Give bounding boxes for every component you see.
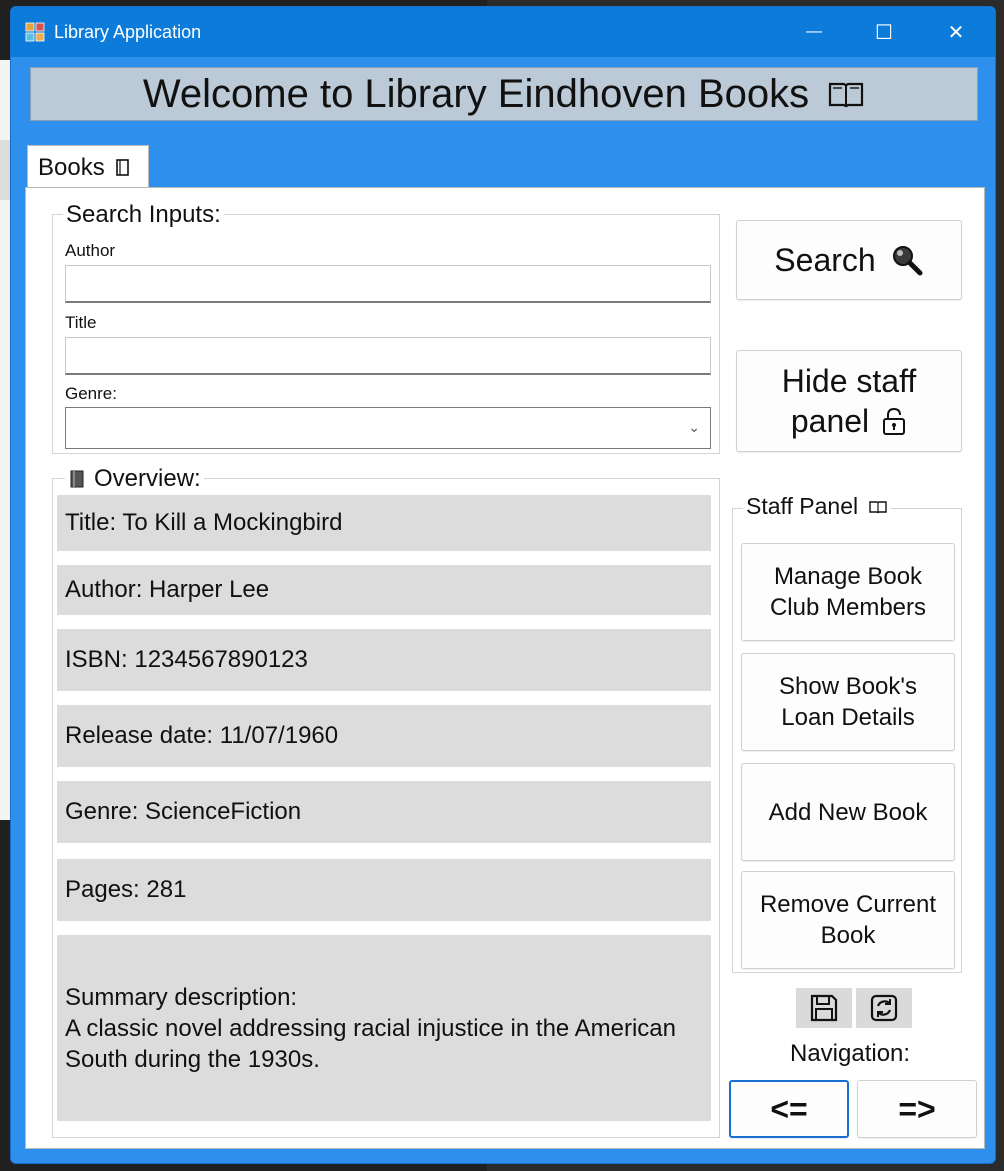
genre-label: Genre: <box>65 384 117 403</box>
staff-panel-title: Staff Panel <box>743 493 892 520</box>
overview-genre-field: Genre: ScienceFiction <box>57 781 711 843</box>
search-button-label: Search <box>774 241 876 278</box>
close-icon: ✕ <box>947 21 965 44</box>
minimize-button[interactable]: — <box>791 15 837 49</box>
search-icon <box>892 246 923 276</box>
search-inputs-title: Search Inputs: <box>63 201 224 229</box>
refresh-icon <box>870 994 898 1022</box>
banner-text: Welcome to Library Eindhoven Books <box>142 71 810 116</box>
app-window: Library Application — ☐ ✕ Welcome to Lib… <box>10 6 996 1164</box>
maximize-button[interactable]: ☐ <box>861 15 907 49</box>
hide-staff-label-line1: Hide staff <box>781 363 917 399</box>
minimize-icon: — <box>806 23 822 40</box>
overview-title-field: Title: To Kill a Mockingbird <box>57 495 711 551</box>
overview-isbn-field: ISBN: 1234567890123 <box>57 629 711 691</box>
next-book-label: => <box>898 1090 936 1127</box>
open-book-icon <box>829 82 864 108</box>
show-loan-details-button[interactable]: Show Book's Loan Details <box>741 653 955 751</box>
genre-select[interactable]: ⌄ <box>65 407 711 449</box>
close-button[interactable]: ✕ <box>933 15 979 49</box>
next-book-button[interactable]: => <box>857 1080 977 1138</box>
staff-panel-group: Staff Panel Manage Book Club Members Sho… <box>732 493 962 973</box>
overview-summary-field: Summary description: A classic novel add… <box>57 935 711 1121</box>
maximize-icon: ☐ <box>875 21 893 44</box>
overview-title: Overview: <box>65 465 204 493</box>
summary-text: A classic novel addressing racial injust… <box>65 1014 676 1073</box>
remove-current-book-line1: Remove Current <box>759 891 937 918</box>
search-inputs-group: Search Inputs: Author Title Genre: ⌄ <box>52 201 720 454</box>
summary-label: Summary description: <box>65 983 298 1011</box>
author-input[interactable] <box>65 265 711 303</box>
overview-group: Overview: Title: To Kill a Mockingbird A… <box>52 465 720 1138</box>
save-icon <box>810 994 838 1022</box>
title-label: Title <box>65 313 97 332</box>
remove-current-book-button[interactable]: Remove Current Book <box>741 871 955 969</box>
welcome-banner: Welcome to Library Eindhoven Books <box>30 67 978 121</box>
hide-staff-label-line2: panel <box>790 403 870 439</box>
window-title: Library Application <box>54 22 202 42</box>
manage-book-club-members-button[interactable]: Manage Book Club Members <box>741 543 955 641</box>
overview-pages-field: Pages: 281 <box>57 859 711 921</box>
open-book-icon <box>869 500 887 513</box>
refresh-button[interactable] <box>856 988 912 1028</box>
tab-books[interactable]: Books <box>27 145 149 189</box>
notebook-icon <box>70 470 84 488</box>
save-button[interactable] <box>796 988 852 1028</box>
search-button[interactable]: Search <box>736 220 962 300</box>
tab-books-label: Books <box>38 153 105 181</box>
title-bar[interactable]: Library Application — ☐ ✕ <box>11 7 995 57</box>
overview-author-field: Author: Harper Lee <box>57 565 711 615</box>
book-icon <box>115 158 129 176</box>
staff-panel-title-text: Staff Panel <box>746 493 859 519</box>
chevron-down-icon: ⌄ <box>688 419 700 435</box>
add-new-book-button[interactable]: Add New Book <box>741 763 955 861</box>
manage-book-club-line1: Manage Book <box>773 563 923 590</box>
lock-icon <box>883 407 906 435</box>
app-icon <box>25 22 45 42</box>
show-loan-details-line2: Loan Details <box>781 704 915 731</box>
previous-book-label: <= <box>770 1090 808 1127</box>
overview-release-date-field: Release date: 11/07/1960 <box>57 705 711 767</box>
hide-staff-panel-button[interactable]: Hide staff panel <box>736 350 962 452</box>
previous-book-button[interactable]: <= <box>729 1080 849 1138</box>
show-loan-details-line1: Show Book's <box>779 673 917 700</box>
books-tab-panel: Search Inputs: Author Title Genre: ⌄ Sea… <box>25 187 985 1149</box>
remove-current-book-line2: Book <box>820 922 876 949</box>
title-input[interactable] <box>65 337 711 375</box>
navigation-label: Navigation: <box>790 1040 911 1067</box>
manage-book-club-line2: Club Members <box>769 594 927 621</box>
overview-title-text: Overview: <box>94 465 201 492</box>
add-new-book-label: Add New Book <box>768 798 928 826</box>
author-label: Author <box>65 241 116 260</box>
